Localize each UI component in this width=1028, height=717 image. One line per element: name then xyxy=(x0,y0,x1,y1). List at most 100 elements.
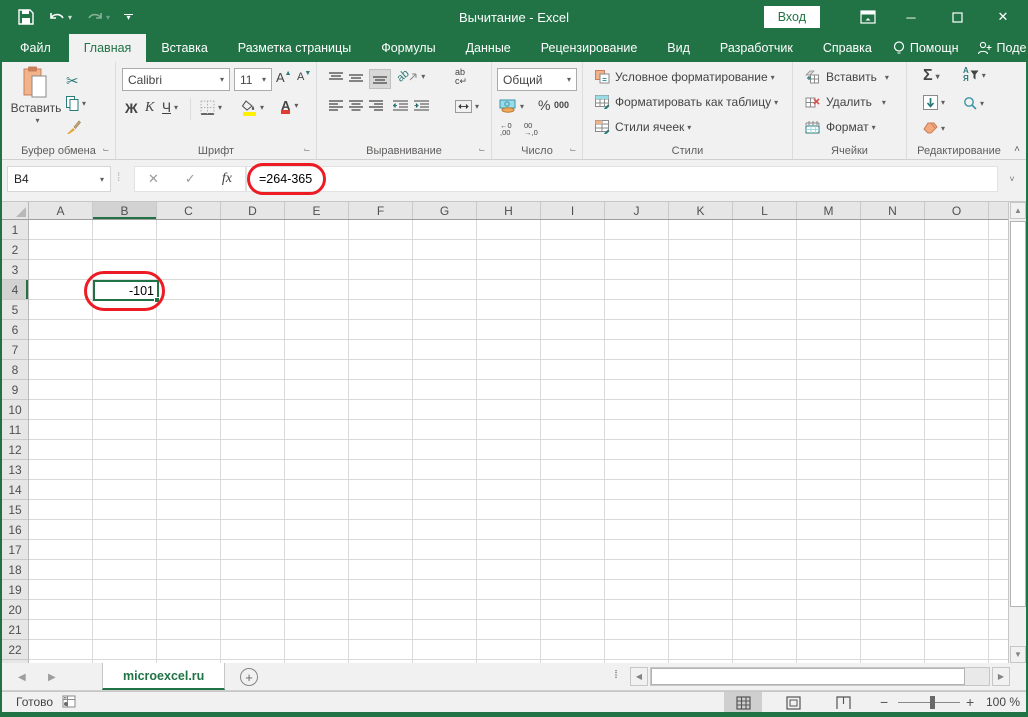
cells-area[interactable] xyxy=(29,220,1008,663)
tab-developer[interactable]: Разработчик xyxy=(705,34,808,62)
font-dialog-launcher-icon[interactable]: ⌙ xyxy=(302,145,312,155)
normal-view-button[interactable] xyxy=(724,692,762,713)
bold-button[interactable]: Ж xyxy=(125,100,138,116)
select-all-button[interactable] xyxy=(2,202,29,220)
borders-button[interactable]: ▾ xyxy=(200,100,222,115)
save-icon[interactable] xyxy=(18,9,34,25)
row-header-14[interactable]: 14 xyxy=(2,480,28,500)
close-button[interactable]: ✕ xyxy=(980,0,1026,34)
row-header-18[interactable]: 18 xyxy=(2,560,28,580)
tab-view[interactable]: Вид xyxy=(652,34,705,62)
decrease-indent-button[interactable] xyxy=(393,100,408,112)
increase-indent-button[interactable] xyxy=(414,100,429,112)
format-table-dropdown-icon[interactable]: ▾ xyxy=(774,98,778,107)
column-header-J[interactable]: J xyxy=(605,202,669,219)
insert-dropdown-icon[interactable]: ▾ xyxy=(885,73,889,82)
undo-dropdown-icon[interactable]: ▾ xyxy=(68,13,72,22)
name-box[interactable]: B4 ▾ xyxy=(7,166,111,192)
scrollbar-splitter[interactable]: ⁞⁞ xyxy=(614,669,618,681)
conditional-dropdown-icon[interactable]: ▾ xyxy=(771,73,775,82)
format-painter-button[interactable] xyxy=(66,120,81,135)
row-header-7[interactable]: 7 xyxy=(2,340,28,360)
alignment-dialog-launcher-icon[interactable]: ⌙ xyxy=(477,145,487,155)
orientation-button[interactable]: ab ▾ xyxy=(395,67,426,84)
row-header-19[interactable]: 19 xyxy=(2,580,28,600)
zoom-slider-thumb[interactable] xyxy=(930,696,935,709)
cell-styles-button[interactable]: Стили ячеек ▾ xyxy=(595,120,691,134)
column-header-A[interactable]: A xyxy=(29,202,93,219)
font-color-dropdown-icon[interactable]: ▾ xyxy=(294,101,298,110)
horizontal-scrollbar[interactable] xyxy=(650,667,990,686)
accounting-format-button[interactable]: ▾ xyxy=(499,99,524,113)
format-as-table-button[interactable]: Форматировать как таблицу ▾ xyxy=(595,95,778,109)
sign-in-button[interactable]: Вход xyxy=(763,6,820,28)
selected-cell-b4[interactable]: -101 xyxy=(93,280,159,301)
column-header-F[interactable]: F xyxy=(349,202,413,219)
column-header-E[interactable]: E xyxy=(285,202,349,219)
merge-dropdown-icon[interactable]: ▾ xyxy=(475,102,479,111)
wrap-text-button[interactable]: ab c↵ xyxy=(455,68,467,86)
copy-button[interactable]: ▾ xyxy=(66,96,86,111)
insert-function-button[interactable]: fx xyxy=(222,171,232,187)
scroll-down-icon[interactable]: ▼ xyxy=(1010,646,1026,663)
zoom-in-button[interactable]: + xyxy=(966,694,974,710)
tab-file[interactable]: Файл xyxy=(2,34,69,62)
clear-button[interactable]: ▾ xyxy=(923,122,945,134)
font-color-button[interactable]: А ▾ xyxy=(280,98,298,114)
row-header-20[interactable]: 20 xyxy=(2,600,28,620)
column-header-N[interactable]: N xyxy=(861,202,925,219)
row-header-16[interactable]: 16 xyxy=(2,520,28,540)
assistant-button[interactable]: Помощн xyxy=(887,40,965,56)
delete-cells-button[interactable]: Удалить ▾ xyxy=(805,95,886,109)
record-macro-icon[interactable] xyxy=(62,695,76,708)
vertical-scrollbar[interactable]: ▲ ▼ xyxy=(1008,202,1026,663)
align-top-button[interactable] xyxy=(329,72,343,84)
paste-button[interactable]: Вставить ▾ xyxy=(10,66,62,125)
new-sheet-button[interactable]: + xyxy=(240,668,258,686)
formula-bar-resizer[interactable]: ⁞ xyxy=(117,170,121,184)
clear-dropdown-icon[interactable]: ▾ xyxy=(941,124,945,133)
column-header-O[interactable]: O xyxy=(925,202,989,219)
tab-help[interactable]: Справка xyxy=(808,34,887,62)
row-header-12[interactable]: 12 xyxy=(2,440,28,460)
page-break-preview-button[interactable] xyxy=(824,692,862,713)
minimize-button[interactable]: ─ xyxy=(888,0,934,34)
merge-center-button[interactable]: ▾ xyxy=(455,100,479,113)
fill-handle[interactable] xyxy=(154,297,160,303)
row-header-11[interactable]: 11 xyxy=(2,420,28,440)
row-header-6[interactable]: 6 xyxy=(2,320,28,340)
expand-formula-bar-icon[interactable]: ˅ xyxy=(1002,166,1022,192)
decrease-decimal-button[interactable]: 00 →,0 xyxy=(524,122,538,137)
find-dropdown-icon[interactable]: ▾ xyxy=(980,99,984,108)
paste-dropdown-icon[interactable]: ▾ xyxy=(35,116,39,125)
find-select-button[interactable]: ▾ xyxy=(963,96,984,110)
column-header-B[interactable]: B xyxy=(93,202,157,219)
redo-dropdown-icon[interactable]: ▾ xyxy=(106,13,110,22)
italic-button[interactable]: К xyxy=(145,100,154,116)
increase-decimal-button[interactable]: ←0,00 xyxy=(500,122,512,137)
column-header-I[interactable]: I xyxy=(541,202,605,219)
row-header-15[interactable]: 15 xyxy=(2,500,28,520)
underline-dropdown-icon[interactable]: ▾ xyxy=(174,103,178,112)
number-dialog-launcher-icon[interactable]: ⌙ xyxy=(568,145,578,155)
scroll-right-icon[interactable]: ▶ xyxy=(992,667,1010,686)
zoom-level[interactable]: 100 % xyxy=(986,695,1020,709)
row-header-4[interactable]: 4 xyxy=(2,280,28,300)
fill-color-dropdown-icon[interactable]: ▾ xyxy=(260,103,264,112)
autosum-button[interactable]: Σ ▾ xyxy=(923,67,940,85)
fill-dropdown-icon[interactable]: ▾ xyxy=(941,98,945,107)
align-right-button[interactable] xyxy=(369,100,383,112)
page-layout-button[interactable] xyxy=(774,692,812,713)
tab-formulas[interactable]: Формулы xyxy=(366,34,450,62)
column-header-G[interactable]: G xyxy=(413,202,477,219)
tab-insert[interactable]: Вставка xyxy=(146,34,222,62)
cancel-icon[interactable]: ✕ xyxy=(148,171,159,187)
maximize-button[interactable] xyxy=(934,0,980,34)
row-header-13[interactable]: 13 xyxy=(2,460,28,480)
align-middle-button[interactable] xyxy=(349,72,363,84)
conditional-formatting-button[interactable]: Условное форматирование ▾ xyxy=(595,70,775,84)
format-dropdown-icon[interactable]: ▾ xyxy=(872,123,876,132)
column-header-D[interactable]: D xyxy=(221,202,285,219)
comma-style-button[interactable]: 000 xyxy=(554,100,569,110)
vertical-scrollbar-thumb[interactable] xyxy=(1010,221,1026,607)
